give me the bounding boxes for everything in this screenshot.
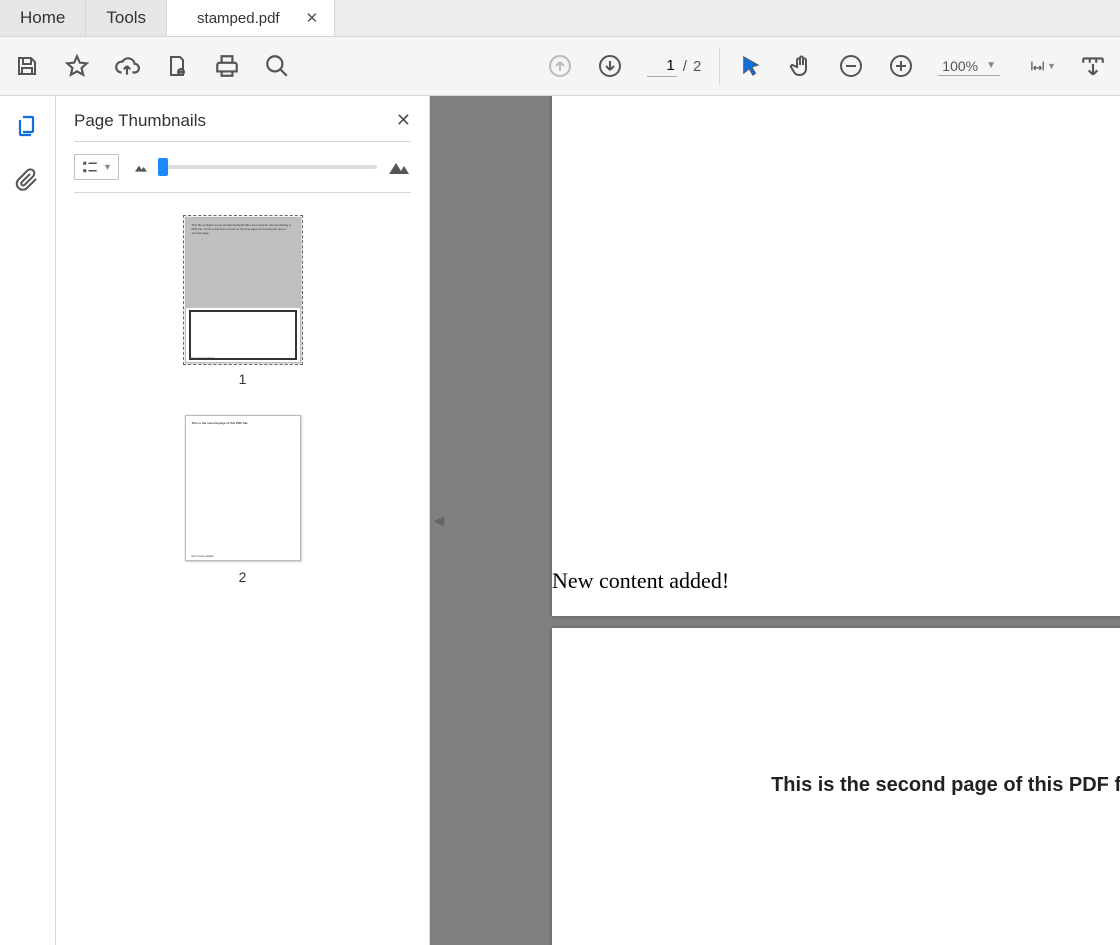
zoom-select[interactable]: 100% ▼: [938, 57, 1000, 76]
small-thumb-icon: [133, 159, 149, 175]
workspace: Page Thumbnails ✕ ▼: [0, 96, 1120, 945]
save-icon[interactable]: [14, 53, 40, 79]
page-2: This is the second page of this PDF file…: [552, 628, 1120, 945]
attachments-rail-icon[interactable]: [15, 168, 41, 194]
chevron-down-icon: ▼: [986, 60, 996, 71]
thumb2-preview-text: This is the second page of this PDF file…: [186, 416, 300, 426]
tab-strip: Home Tools stamped.pdf ✕: [0, 0, 1120, 37]
panel-title: Page Thumbnails: [74, 111, 206, 131]
page-1: New content added!: [552, 96, 1120, 616]
left-rail: [0, 96, 56, 945]
zoom-value-label: 100%: [942, 58, 978, 74]
thumb2-footer-text: New content added!: [192, 555, 214, 558]
tab-home[interactable]: Home: [0, 0, 86, 36]
search-icon[interactable]: [264, 53, 290, 79]
added-content-text: New content added!: [552, 568, 729, 594]
zoom-in-icon[interactable]: [888, 53, 914, 79]
collapse-panel-handle[interactable]: ◀: [430, 496, 448, 546]
hand-tool-icon[interactable]: [788, 53, 814, 79]
page-lock-icon[interactable]: [164, 53, 190, 79]
close-panel-button[interactable]: ✕: [396, 110, 411, 131]
cloud-upload-icon[interactable]: [114, 53, 140, 79]
page-number-box: / 2: [647, 55, 702, 77]
tab-tools[interactable]: Tools: [86, 0, 167, 36]
cursor-tool-icon[interactable]: [738, 53, 764, 79]
total-pages-label: 2: [693, 58, 701, 75]
page-up-icon[interactable]: [547, 53, 573, 79]
thumb1-label: 1: [239, 371, 247, 387]
large-thumb-icon: [387, 155, 411, 179]
file-tab-title: stamped.pdf: [197, 10, 280, 27]
thumbnail-1[interactable]: This file contains some standard placeho…: [185, 217, 301, 387]
read-mode-icon[interactable]: [1080, 53, 1106, 79]
page-down-icon[interactable]: [597, 53, 623, 79]
thumb1-preview-text: This file contains some standard placeho…: [186, 218, 300, 236]
thumbnail-2[interactable]: This is the second page of this PDF file…: [185, 415, 301, 585]
thumbnails-panel: Page Thumbnails ✕ ▼: [56, 96, 430, 945]
document-area[interactable]: ◀ New content added! This is the second …: [430, 96, 1120, 945]
page-sep-label: /: [683, 58, 687, 75]
tab-file[interactable]: stamped.pdf ✕: [167, 0, 335, 36]
thumb-toolbar: ▼: [56, 142, 429, 192]
page2-body-text: This is the second page of this PDF file…: [648, 774, 1120, 797]
thumbnails-list: This file contains some standard placeho…: [56, 193, 429, 945]
star-icon[interactable]: [64, 53, 90, 79]
document-canvas: New content added! This is the second pa…: [552, 96, 1120, 945]
thumb-size-slider[interactable]: [159, 165, 377, 169]
thumb1-footer-text: New content added!: [192, 357, 214, 360]
current-page-input[interactable]: [647, 55, 677, 77]
zoom-out-icon[interactable]: [838, 53, 864, 79]
thumbnails-rail-icon[interactable]: [15, 114, 41, 140]
print-icon[interactable]: [214, 53, 240, 79]
thumb-options-button[interactable]: ▼: [74, 154, 119, 180]
main-toolbar: / 2 100% ▼ ▼: [0, 37, 1120, 96]
fit-width-icon[interactable]: ▼: [1030, 53, 1056, 79]
close-tab-button[interactable]: ✕: [306, 9, 319, 27]
thumb2-label: 2: [239, 569, 247, 585]
